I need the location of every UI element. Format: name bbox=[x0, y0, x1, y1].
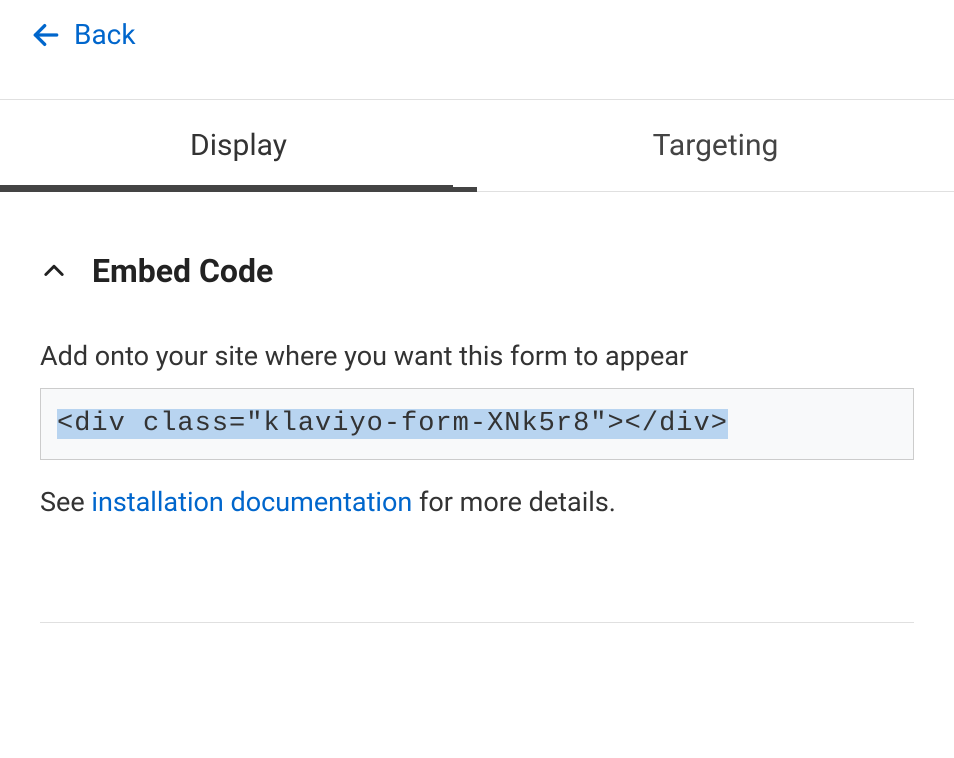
section-title: Embed Code bbox=[92, 252, 273, 290]
tab-targeting[interactable]: Targeting bbox=[477, 100, 954, 191]
back-label: Back bbox=[74, 18, 136, 51]
section-header-toggle[interactable]: Embed Code bbox=[40, 252, 914, 290]
embed-code-section: Embed Code Add onto your site where you … bbox=[0, 192, 954, 522]
embed-code-text: <div class="klaviyo-form-XNk5r8"></div> bbox=[57, 409, 728, 439]
back-button[interactable]: Back bbox=[0, 0, 954, 69]
tab-display-label: Display bbox=[190, 128, 287, 163]
embed-instruction: Add onto your site where you want this f… bbox=[40, 338, 914, 376]
section-divider bbox=[40, 622, 914, 623]
footer-prefix: See bbox=[40, 486, 91, 518]
tab-active-indicator bbox=[0, 185, 453, 191]
tabs: Display Targeting bbox=[0, 100, 954, 191]
embed-code-box[interactable]: <div class="klaviyo-form-XNk5r8"></div> bbox=[40, 388, 914, 460]
arrow-left-icon bbox=[30, 19, 62, 51]
chevron-up-icon bbox=[40, 257, 68, 285]
footer-suffix: for more details. bbox=[412, 486, 616, 518]
tabs-container: Display Targeting bbox=[0, 99, 954, 192]
tab-targeting-label: Targeting bbox=[653, 128, 779, 163]
installation-docs-link[interactable]: installation documentation bbox=[91, 486, 412, 518]
footer-text: See installation documentation for more … bbox=[40, 484, 914, 522]
tab-display[interactable]: Display bbox=[0, 100, 477, 191]
